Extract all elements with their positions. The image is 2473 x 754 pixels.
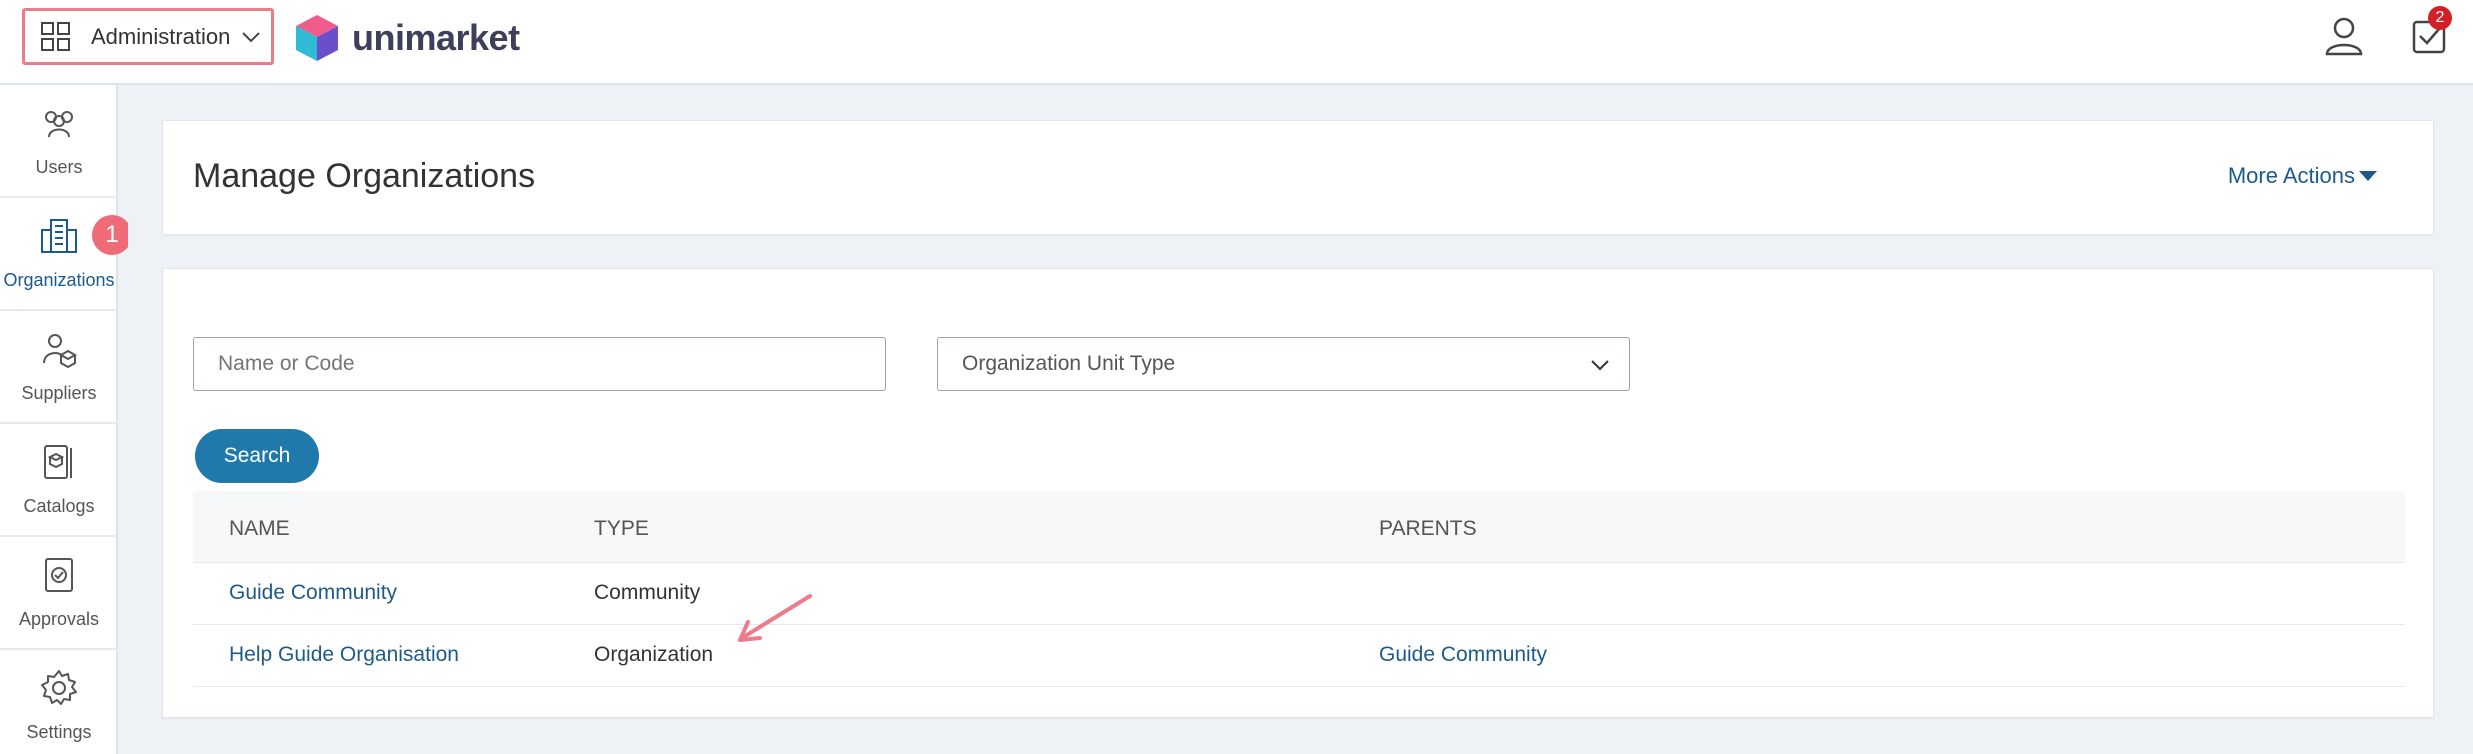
org-name-link[interactable]: Help Guide Organisation bbox=[229, 643, 459, 667]
table-header: NAME TYPE PARENTS bbox=[193, 491, 2405, 563]
select-value: Organization Unit Type bbox=[962, 352, 1176, 375]
app-grid-icon bbox=[41, 21, 70, 51]
column-header-type[interactable]: TYPE bbox=[594, 517, 649, 541]
column-header-parents[interactable]: PARENTS bbox=[1379, 517, 1477, 541]
logo-cube-icon bbox=[296, 15, 338, 61]
sidebar-item-label: Approvals bbox=[18, 609, 100, 629]
table-row: Guide Community Community bbox=[193, 563, 2405, 625]
step-number-badge: 1 bbox=[92, 215, 132, 255]
sidebar-item-label: Users bbox=[35, 157, 83, 177]
app-switcher-label: Administration bbox=[91, 23, 231, 49]
chevron-down-icon bbox=[242, 31, 261, 42]
sidebar-item-label: Suppliers bbox=[21, 383, 97, 403]
sidebar-item-users[interactable]: Users bbox=[0, 85, 118, 198]
search-card: Organization Unit Type Search NAME TYPE … bbox=[162, 268, 2434, 718]
table-row: Help Guide Organisation Organization Gui… bbox=[193, 625, 2405, 687]
search-button[interactable]: Search bbox=[195, 429, 319, 483]
sidebar-item-settings[interactable]: Settings bbox=[0, 650, 118, 754]
sidebar-item-suppliers[interactable]: Suppliers bbox=[0, 311, 118, 424]
sidebar-item-label: Catalogs bbox=[23, 496, 95, 516]
sidebar-item-organizations[interactable]: Organizations bbox=[0, 198, 118, 311]
top-bar: Administration unimarket 2 bbox=[0, 0, 2473, 85]
user-profile-icon[interactable] bbox=[2322, 14, 2366, 58]
tasks-count-badge: 2 bbox=[2428, 6, 2452, 30]
gear-icon bbox=[41, 670, 77, 705]
name-or-code-input[interactable] bbox=[193, 337, 886, 391]
users-icon bbox=[45, 111, 73, 138]
supplier-icon bbox=[43, 334, 78, 369]
sidebar-item-label: Organizations bbox=[3, 270, 115, 290]
app-switcher-button[interactable]: Administration bbox=[22, 8, 274, 65]
org-type: Organization bbox=[594, 643, 714, 666]
org-type: Community bbox=[594, 581, 701, 604]
approval-icon bbox=[45, 558, 73, 592]
chevron-down-icon bbox=[1591, 360, 1609, 371]
more-actions-dropdown[interactable]: More Actions bbox=[2228, 163, 2377, 189]
catalog-icon bbox=[44, 445, 72, 479]
sidebar-item-approvals[interactable]: Approvals bbox=[0, 537, 118, 650]
organizations-table: NAME TYPE PARENTS Guide Community Commun… bbox=[193, 491, 2405, 687]
unimarket-logo[interactable]: unimarket bbox=[294, 12, 520, 64]
organization-unit-type-select[interactable]: Organization Unit Type bbox=[937, 337, 1630, 391]
column-header-name[interactable]: NAME bbox=[229, 517, 290, 541]
sidebar: Users Organizations Suppliers Catalogs A… bbox=[0, 85, 118, 754]
page-header-card: Manage Organizations More Actions bbox=[162, 120, 2434, 235]
annotation-arrow-icon bbox=[738, 594, 812, 642]
logo-wordmark: unimarket bbox=[352, 17, 520, 58]
more-actions-label: More Actions bbox=[2227, 163, 2355, 188]
org-parent-link[interactable]: Guide Community bbox=[1379, 643, 1547, 667]
sidebar-item-label: Settings bbox=[26, 722, 92, 742]
caret-down-icon bbox=[2359, 171, 2377, 181]
page-title: Manage Organizations bbox=[193, 157, 536, 195]
org-name-link[interactable]: Guide Community bbox=[229, 581, 397, 605]
building-icon bbox=[41, 219, 77, 253]
sidebar-item-catalogs[interactable]: Catalogs bbox=[0, 424, 118, 537]
